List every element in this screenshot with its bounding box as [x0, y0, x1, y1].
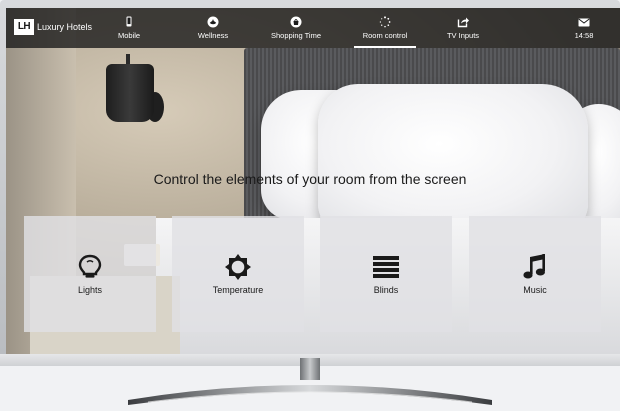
lightbulb-icon	[78, 254, 102, 278]
nav-label: Mobile	[117, 31, 141, 40]
tile-music[interactable]: Music	[469, 216, 601, 332]
blinds-icon	[373, 256, 399, 278]
brand-name: Luxury Hotels	[37, 22, 93, 32]
envelope-icon	[578, 18, 590, 27]
top-navigation-bar: LH Luxury Hotels Mobile Wellness Shoppin…	[6, 8, 620, 48]
tile-label: Blinds	[373, 285, 399, 295]
nav-item-tv-inputs[interactable]: TV Inputs	[444, 8, 482, 48]
nav-label: TV Inputs	[446, 31, 480, 40]
tile-label: Temperature	[212, 285, 264, 295]
phone-icon	[126, 16, 132, 27]
tile-label: Music	[523, 285, 547, 295]
sun-icon	[225, 254, 251, 280]
tile-temperature[interactable]: Temperature	[172, 216, 304, 332]
nav-label: Wellness	[197, 31, 229, 40]
tile-label: Lights	[77, 285, 103, 295]
tv-stand-base	[128, 385, 492, 405]
music-note-icon	[523, 254, 545, 279]
tile-lights[interactable]: Lights	[24, 216, 156, 332]
page-headline: Control the elements of your room from t…	[153, 171, 467, 187]
nav-item-wellness[interactable]: Wellness	[192, 8, 234, 48]
clock-time: 14:58	[574, 31, 594, 40]
wall-lamp-shade	[106, 64, 154, 122]
spa-icon	[207, 16, 219, 28]
brand-logo[interactable]: LH Luxury Hotels	[14, 19, 92, 35]
background-pillow	[318, 84, 588, 234]
clock-messages[interactable]: 14:58	[570, 8, 598, 48]
nav-item-room-control[interactable]: Room control	[354, 8, 416, 48]
tile-blinds[interactable]: Blinds	[320, 216, 452, 332]
nav-item-mobile[interactable]: Mobile	[110, 8, 148, 48]
nav-label: Room control	[362, 31, 408, 40]
shopping-bag-icon	[290, 16, 302, 28]
logo-mark: LH	[14, 19, 34, 35]
loading-dots-icon	[379, 16, 391, 28]
share-icon	[457, 17, 469, 28]
nav-label: Shopping Time	[270, 31, 322, 40]
nav-item-shopping-time[interactable]: Shopping Time	[268, 8, 324, 48]
